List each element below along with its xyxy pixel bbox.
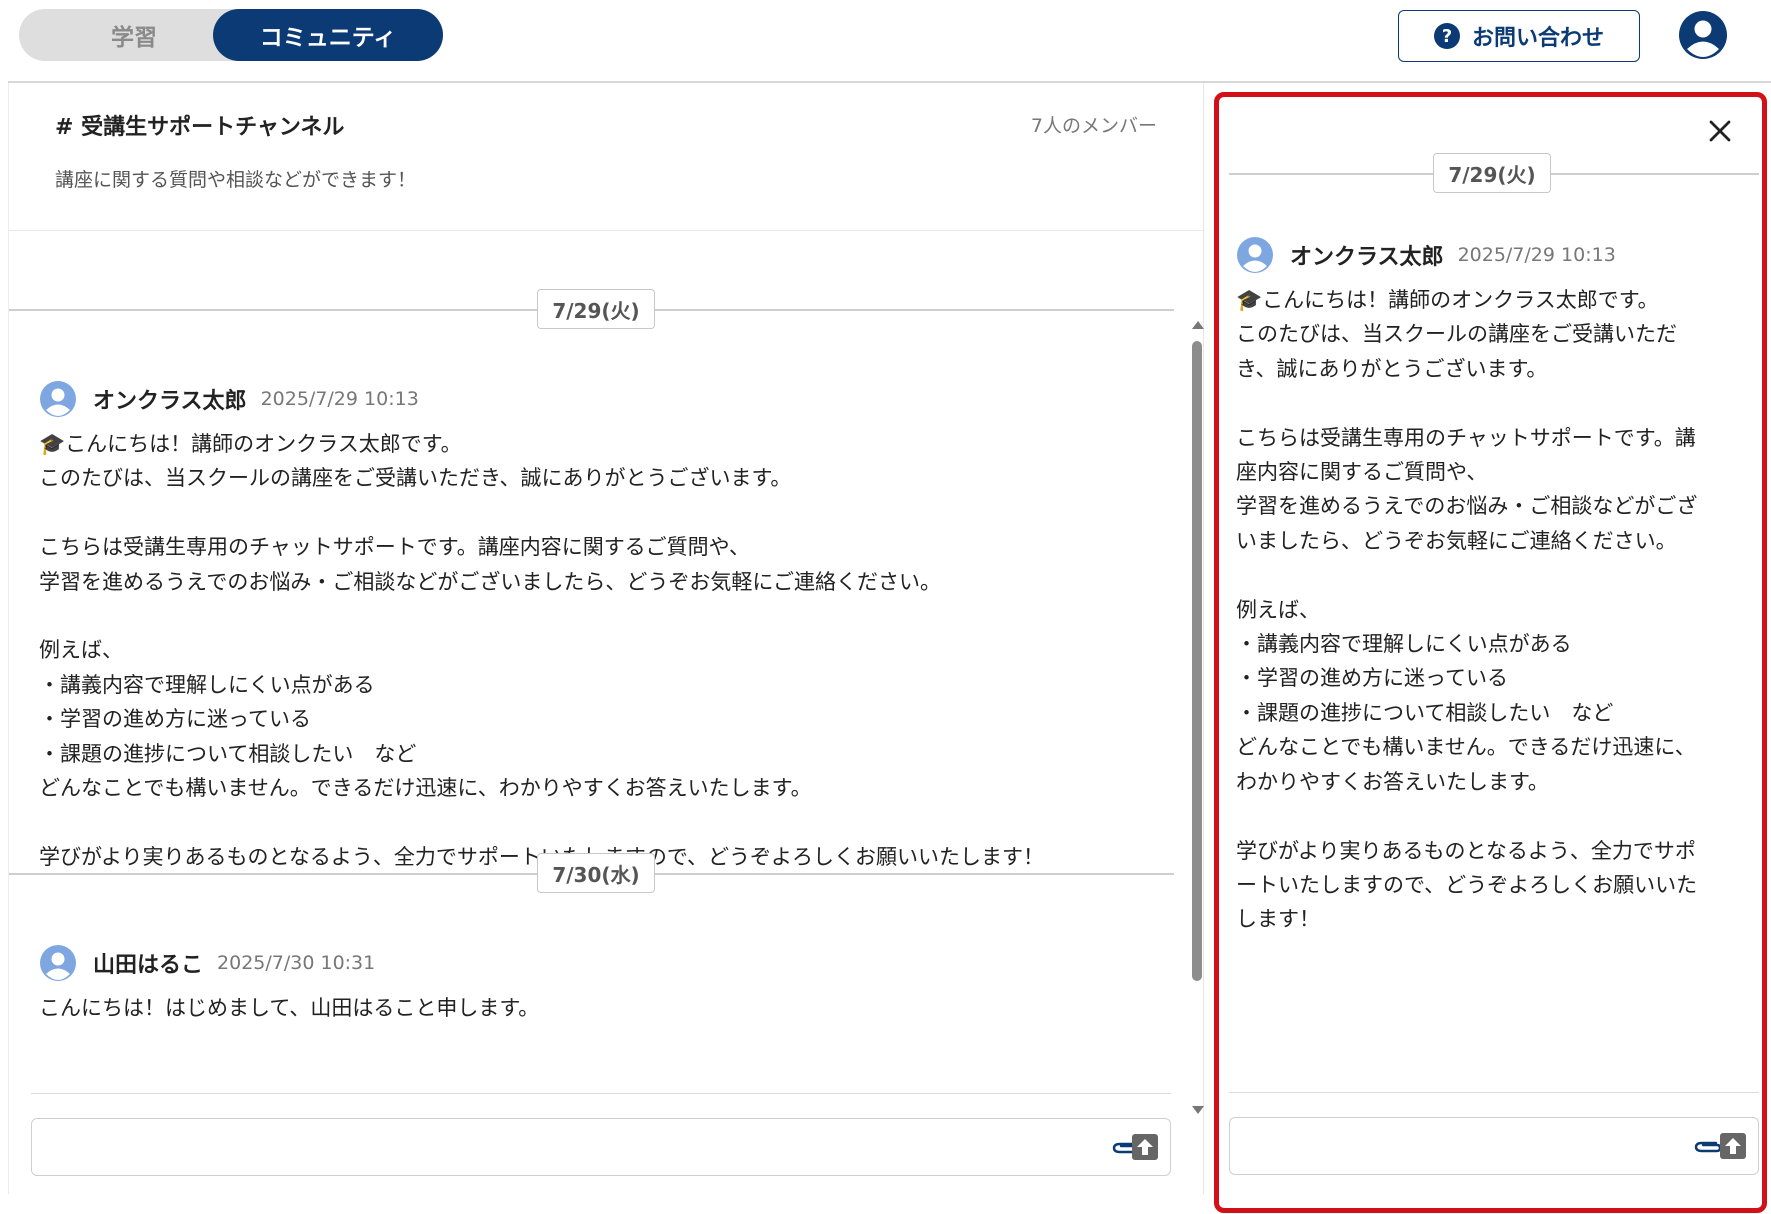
top-bar: 学習 コミュニティ ? お問い合わせ [0,0,1771,82]
help-circle-icon: ? [1433,23,1460,49]
thread-reply-input[interactable] [1242,1126,1662,1166]
message-timestamp: 2025/7/30 10:31 [217,952,376,974]
channel-description: 講座に関する質問や相談などができます！ [55,169,417,191]
thread-date-divider: 7/29(火) [1229,153,1759,193]
thread-composer-divider [1229,1092,1759,1093]
channel-panel: # 受講生サポートチャンネル 7人のメンバー 講座に関する質問や相談などができま… [8,83,1206,1194]
message-author[interactable]: オンクラス太郎 [93,383,247,415]
message-input[interactable] [44,1127,1064,1167]
message-list[interactable]: 7/29(火) オンクラス太郎 2025/7/29 10:13 🎓こんにちは！講… [9,233,1174,1043]
scrollbar-thumb[interactable] [1192,341,1202,981]
message-body: こんにちは！はじめまして、山田はること申します。 [39,996,540,1020]
scroll-up-arrow-icon[interactable] [1192,321,1204,329]
send-arrow-up-icon[interactable] [1720,1133,1746,1159]
send-arrow-up-icon[interactable] [1132,1134,1158,1160]
thread-composer [1229,1117,1759,1175]
member-count[interactable]: 7人のメンバー [1031,111,1157,138]
composer-divider [31,1093,1171,1094]
avatar-icon[interactable] [39,944,77,982]
message-item[interactable]: オンクラス太郎 2025/7/29 10:13 🎓こんにちは！講師のオンクラス太… [39,379,1149,874]
avatar-icon[interactable] [39,380,77,418]
date-divider: 7/29(火) [9,289,1174,329]
message-author[interactable]: 山田はるこ [93,947,203,979]
message-composer [31,1118,1171,1176]
message-timestamp: 2025/7/29 10:13 [260,388,419,410]
paperclip-icon[interactable] [1692,1135,1722,1157]
contact-button[interactable]: ? お問い合わせ [1398,10,1640,62]
message-item[interactable]: 山田はるこ 2025/7/30 10:31 こんにちは！はじめまして、山田はるこ… [39,943,1149,1025]
date-label: 7/30(水) [537,853,655,893]
date-divider: 7/30(水) [9,853,1174,893]
thread-date-label: 7/29(火) [1433,153,1551,193]
avatar-icon[interactable] [1236,236,1274,274]
thread-message-body: 🎓こんにちは！講師のオンクラス太郎です。 このたびは、当スクールの講座をご受講い… [1236,288,1698,932]
thread-panel: 7/29(火) オンクラス太郎 2025/7/29 10:13 🎓こんにちは！講… [1214,92,1767,1213]
scroll-down-arrow-icon[interactable] [1192,1106,1204,1114]
close-x-icon[interactable] [1706,117,1734,145]
message-scrollbar[interactable] [1188,233,1206,1114]
account-circle-icon[interactable] [1677,9,1729,61]
contact-button-label: お問い合わせ [1471,26,1604,51]
thread-message: オンクラス太郎 2025/7/29 10:13 🎓こんにちは！講師のオンクラス太… [1236,235,1756,937]
thread-timestamp: 2025/7/29 10:13 [1457,244,1616,266]
channel-name: # 受講生サポートチャンネル [55,115,345,140]
thread-author[interactable]: オンクラス太郎 [1290,239,1444,271]
mode-toggle: 学習 コミュニティ [19,9,443,61]
tab-community[interactable]: コミュニティ [213,9,443,61]
message-body: 🎓こんにちは！講師のオンクラス太郎です。 このたびは、当スクールの講座をご受講い… [39,432,1044,869]
date-label: 7/29(火) [537,289,655,329]
channel-header-divider [9,230,1205,231]
